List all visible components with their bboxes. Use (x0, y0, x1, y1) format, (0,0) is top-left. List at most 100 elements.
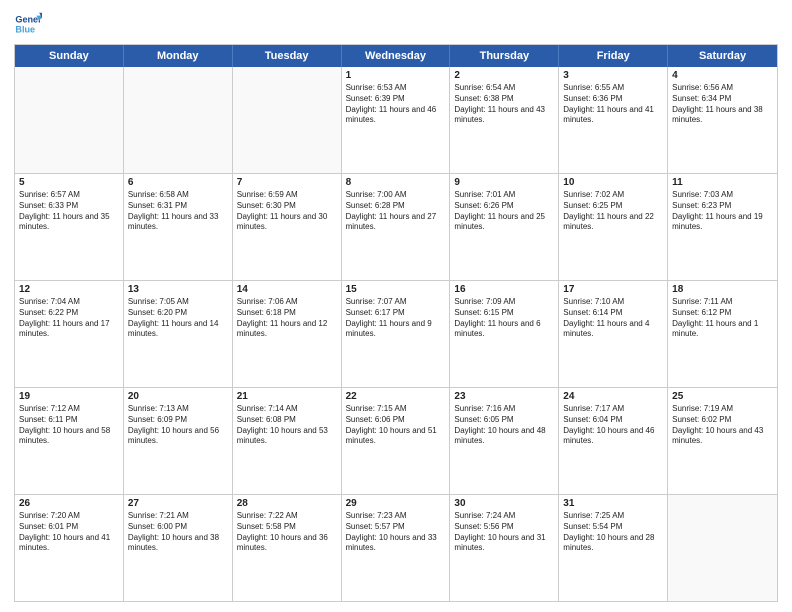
day-number: 30 (454, 498, 554, 509)
calendar-cell: 5 Sunrise: 6:57 AMSunset: 6:33 PMDaylight… (15, 174, 124, 280)
calendar-header: SundayMondayTuesdayWednesdayThursdayFrid… (15, 45, 777, 67)
day-number: 19 (19, 391, 119, 402)
calendar-cell: 22 Sunrise: 7:15 AMSunset: 6:06 PMDayligh… (342, 388, 451, 494)
cell-info: Sunrise: 7:04 AMSunset: 6:22 PMDaylight:… (19, 297, 119, 340)
header-day-tuesday: Tuesday (233, 45, 342, 67)
cell-info: Sunrise: 7:23 AMSunset: 5:57 PMDaylight:… (346, 511, 446, 554)
cell-info: Sunrise: 7:14 AMSunset: 6:08 PMDaylight:… (237, 404, 337, 447)
calendar-cell: 23 Sunrise: 7:16 AMSunset: 6:05 PMDayligh… (450, 388, 559, 494)
cell-info: Sunrise: 6:55 AMSunset: 6:36 PMDaylight:… (563, 83, 663, 126)
cell-info: Sunrise: 7:24 AMSunset: 5:56 PMDaylight:… (454, 511, 554, 554)
day-number: 26 (19, 498, 119, 509)
day-number: 25 (672, 391, 773, 402)
calendar-cell: 13 Sunrise: 7:05 AMSunset: 6:20 PMDayligh… (124, 281, 233, 387)
calendar-cell: 8Sunrise: 7:00 AMSunset: 6:28 PMDaylight… (342, 174, 451, 280)
cell-info: Sunrise: 6:59 AMSunset: 6:30 PMDaylight:… (237, 190, 337, 233)
calendar-cell: 21 Sunrise: 7:14 AMSunset: 6:08 PMDayligh… (233, 388, 342, 494)
day-number: 20 (128, 391, 228, 402)
calendar-cell: 2Sunrise: 6:54 AMSunset: 6:38 PMDaylight… (450, 67, 559, 173)
cell-info: Sunrise: 7:02 AMSunset: 6:25 PMDaylight:… (563, 190, 663, 233)
cell-info: Sunrise: 7:15 AMSunset: 6:06 PMDaylight:… (346, 404, 446, 447)
page-header: General Blue (14, 10, 778, 38)
calendar-row-2: 5 Sunrise: 6:57 AMSunset: 6:33 PMDaylight… (15, 174, 777, 281)
svg-text:Blue: Blue (15, 24, 35, 34)
logo-icon: General Blue (14, 10, 42, 38)
day-number: 23 (454, 391, 554, 402)
calendar-cell: 3 Sunrise: 6:55 AMSunset: 6:36 PMDaylight… (559, 67, 668, 173)
calendar-cell: 29Sunrise: 7:23 AMSunset: 5:57 PMDayligh… (342, 495, 451, 601)
calendar-cell: 25 Sunrise: 7:19 AMSunset: 6:02 PMDayligh… (668, 388, 777, 494)
cell-info: Sunrise: 7:20 AMSunset: 6:01 PMDaylight:… (19, 511, 119, 554)
cell-info: Sunrise: 7:21 AMSunset: 6:00 PMDaylight:… (128, 511, 228, 554)
cell-info: Sunrise: 7:10 AMSunset: 6:14 PMDaylight:… (563, 297, 663, 340)
calendar-cell: 18 Sunrise: 7:11 AMSunset: 6:12 PMDayligh… (668, 281, 777, 387)
calendar-row-4: 19 Sunrise: 7:12 AMSunset: 6:11 PMDayligh… (15, 388, 777, 495)
calendar-cell: 20Sunrise: 7:13 AMSunset: 6:09 PMDayligh… (124, 388, 233, 494)
cell-info: Sunrise: 7:25 AMSunset: 5:54 PMDaylight:… (563, 511, 663, 554)
day-number: 12 (19, 284, 119, 295)
day-number: 17 (563, 284, 663, 295)
cell-info: Sunrise: 7:22 AMSunset: 5:58 PMDaylight:… (237, 511, 337, 554)
header-day-wednesday: Wednesday (342, 45, 451, 67)
cell-info: Sunrise: 7:03 AMSunset: 6:23 PMDaylight:… (672, 190, 773, 233)
calendar-cell: 24 Sunrise: 7:17 AMSunset: 6:04 PMDayligh… (559, 388, 668, 494)
calendar-cell: 12 Sunrise: 7:04 AMSunset: 6:22 PMDayligh… (15, 281, 124, 387)
header-day-saturday: Saturday (668, 45, 777, 67)
day-number: 3 (563, 70, 663, 81)
day-number: 22 (346, 391, 446, 402)
calendar-row-1: 1Sunrise: 6:53 AMSunset: 6:39 PMDaylight… (15, 67, 777, 174)
calendar-cell: 26 Sunrise: 7:20 AMSunset: 6:01 PMDayligh… (15, 495, 124, 601)
cell-info: Sunrise: 6:57 AMSunset: 6:33 PMDaylight:… (19, 190, 119, 233)
day-number: 4 (672, 70, 773, 81)
calendar-cell: 4 Sunrise: 6:56 AMSunset: 6:34 PMDaylight… (668, 67, 777, 173)
day-number: 21 (237, 391, 337, 402)
cell-info: Sunrise: 7:17 AMSunset: 6:04 PMDaylight:… (563, 404, 663, 447)
day-number: 11 (672, 177, 773, 188)
calendar-cell: 17 Sunrise: 7:10 AMSunset: 6:14 PMDayligh… (559, 281, 668, 387)
day-number: 1 (346, 70, 446, 81)
cell-info: Sunrise: 7:00 AMSunset: 6:28 PMDaylight:… (346, 190, 446, 233)
day-number: 13 (128, 284, 228, 295)
calendar-cell: 14Sunrise: 7:06 AMSunset: 6:18 PMDayligh… (233, 281, 342, 387)
calendar-cell: 31Sunrise: 7:25 AMSunset: 5:54 PMDayligh… (559, 495, 668, 601)
logo: General Blue (14, 10, 42, 38)
day-number: 10 (563, 177, 663, 188)
day-number: 24 (563, 391, 663, 402)
calendar-body: 1Sunrise: 6:53 AMSunset: 6:39 PMDaylight… (15, 67, 777, 601)
day-number: 28 (237, 498, 337, 509)
calendar-cell: 10 Sunrise: 7:02 AMSunset: 6:25 PMDayligh… (559, 174, 668, 280)
calendar-row-3: 12 Sunrise: 7:04 AMSunset: 6:22 PMDayligh… (15, 281, 777, 388)
cell-info: Sunrise: 7:16 AMSunset: 6:05 PMDaylight:… (454, 404, 554, 447)
cell-info: Sunrise: 7:05 AMSunset: 6:20 PMDaylight:… (128, 297, 228, 340)
day-number: 5 (19, 177, 119, 188)
calendar-cell: 27Sunrise: 7:21 AMSunset: 6:00 PMDayligh… (124, 495, 233, 601)
cell-info: Sunrise: 7:11 AMSunset: 6:12 PMDaylight:… (672, 297, 773, 340)
cell-info: Sunrise: 7:12 AMSunset: 6:11 PMDaylight:… (19, 404, 119, 447)
calendar-row-5: 26 Sunrise: 7:20 AMSunset: 6:01 PMDayligh… (15, 495, 777, 601)
cell-info: Sunrise: 6:58 AMSunset: 6:31 PMDaylight:… (128, 190, 228, 233)
calendar-cell (124, 67, 233, 173)
header-day-monday: Monday (124, 45, 233, 67)
cell-info: Sunrise: 7:19 AMSunset: 6:02 PMDaylight:… (672, 404, 773, 447)
calendar-cell: 1Sunrise: 6:53 AMSunset: 6:39 PMDaylight… (342, 67, 451, 173)
cell-info: Sunrise: 7:01 AMSunset: 6:26 PMDaylight:… (454, 190, 554, 233)
day-number: 18 (672, 284, 773, 295)
calendar-cell (15, 67, 124, 173)
calendar-cell (233, 67, 342, 173)
calendar-cell: 16 Sunrise: 7:09 AMSunset: 6:15 PMDayligh… (450, 281, 559, 387)
day-number: 16 (454, 284, 554, 295)
cell-info: Sunrise: 6:56 AMSunset: 6:34 PMDaylight:… (672, 83, 773, 126)
calendar: SundayMondayTuesdayWednesdayThursdayFrid… (14, 44, 778, 602)
calendar-cell: 7 Sunrise: 6:59 AMSunset: 6:30 PMDaylight… (233, 174, 342, 280)
calendar-cell: 28 Sunrise: 7:22 AMSunset: 5:58 PMDayligh… (233, 495, 342, 601)
header-day-thursday: Thursday (450, 45, 559, 67)
calendar-cell: 11 Sunrise: 7:03 AMSunset: 6:23 PMDayligh… (668, 174, 777, 280)
day-number: 2 (454, 70, 554, 81)
day-number: 7 (237, 177, 337, 188)
day-number: 14 (237, 284, 337, 295)
calendar-cell: 30 Sunrise: 7:24 AMSunset: 5:56 PMDayligh… (450, 495, 559, 601)
day-number: 15 (346, 284, 446, 295)
cell-info: Sunrise: 7:07 AMSunset: 6:17 PMDaylight:… (346, 297, 446, 340)
calendar-cell: 15 Sunrise: 7:07 AMSunset: 6:17 PMDayligh… (342, 281, 451, 387)
cell-info: Sunrise: 7:09 AMSunset: 6:15 PMDaylight:… (454, 297, 554, 340)
